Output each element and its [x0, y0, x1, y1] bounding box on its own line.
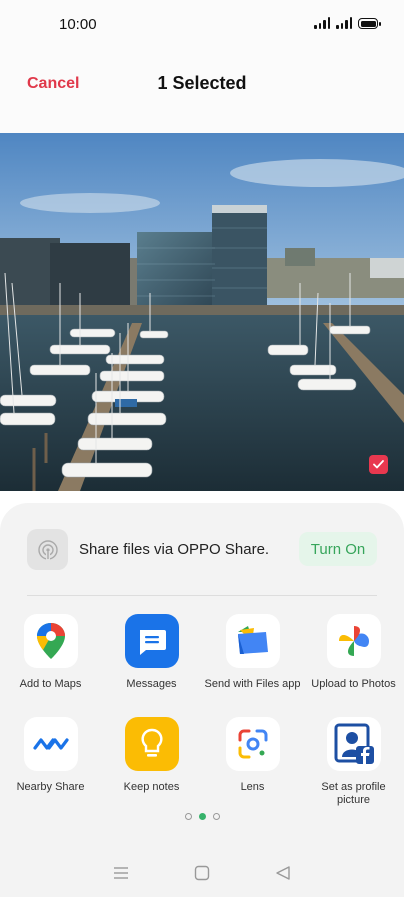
app-keep-notes[interactable]: Keep notes — [101, 717, 202, 794]
oppo-share-text: Share files via OPPO Share. — [79, 541, 270, 558]
app-label: Send with Files app — [204, 678, 301, 690]
navigation-bar — [0, 849, 404, 897]
google-photos-icon — [326, 614, 381, 668]
share-sheet: Share files via OPPO Share. Turn On Add … — [0, 503, 404, 897]
turn-on-button[interactable]: Turn On — [299, 532, 377, 566]
app-upload-to-photos[interactable]: Upload to Photos — [303, 614, 404, 691]
app-messages[interactable]: Messages — [101, 614, 202, 691]
app-label: Messages — [126, 678, 177, 690]
signal-1-icon — [314, 17, 330, 29]
app-lens[interactable]: Lens — [202, 717, 303, 794]
page-dot[interactable] — [184, 813, 192, 820]
menu-icon[interactable] — [106, 858, 136, 888]
app-set-as-profile-picture[interactable]: Set as profile picture — [303, 717, 404, 807]
signal-2-icon — [336, 17, 352, 29]
app-label: Upload to Photos — [311, 678, 396, 690]
app-label: Lens — [240, 781, 265, 793]
page-dot-active[interactable] — [198, 813, 206, 820]
app-add-to-maps[interactable]: Add to Maps — [0, 614, 101, 691]
files-app-icon — [225, 614, 280, 668]
selection-header: Cancel 1 Selected — [0, 48, 404, 133]
messages-icon — [124, 614, 179, 668]
home-icon[interactable] — [187, 858, 217, 888]
app-label: Set as profile picture — [321, 781, 386, 806]
google-maps-icon — [23, 614, 78, 668]
harbor-photo-image — [0, 133, 404, 491]
lens-icon — [225, 717, 280, 771]
nearby-share-icon — [23, 717, 78, 771]
divider — [27, 595, 377, 596]
app-send-with-files[interactable]: Send with Files app — [202, 614, 303, 691]
app-label: Nearby Share — [16, 781, 85, 793]
status-time: 10:00 — [59, 16, 97, 33]
oppo-share-icon — [27, 529, 68, 570]
app-label: Keep notes — [123, 781, 180, 793]
app-label: Add to Maps — [19, 678, 82, 690]
page-indicator — [0, 813, 404, 820]
page-dot[interactable] — [212, 813, 220, 820]
battery-icon — [358, 18, 381, 29]
selected-check-icon[interactable] — [369, 455, 388, 474]
back-icon[interactable] — [268, 858, 298, 888]
app-nearby-share[interactable]: Nearby Share — [0, 717, 101, 794]
selected-photo[interactable] — [0, 133, 404, 491]
oppo-share-row: Share files via OPPO Share. Turn On — [27, 529, 377, 571]
facebook-profile-icon — [326, 717, 381, 771]
status-bar: 10:00 — [0, 0, 404, 48]
keep-notes-icon — [124, 717, 179, 771]
page-title: 1 Selected — [157, 73, 247, 93]
status-icons — [314, 17, 381, 29]
